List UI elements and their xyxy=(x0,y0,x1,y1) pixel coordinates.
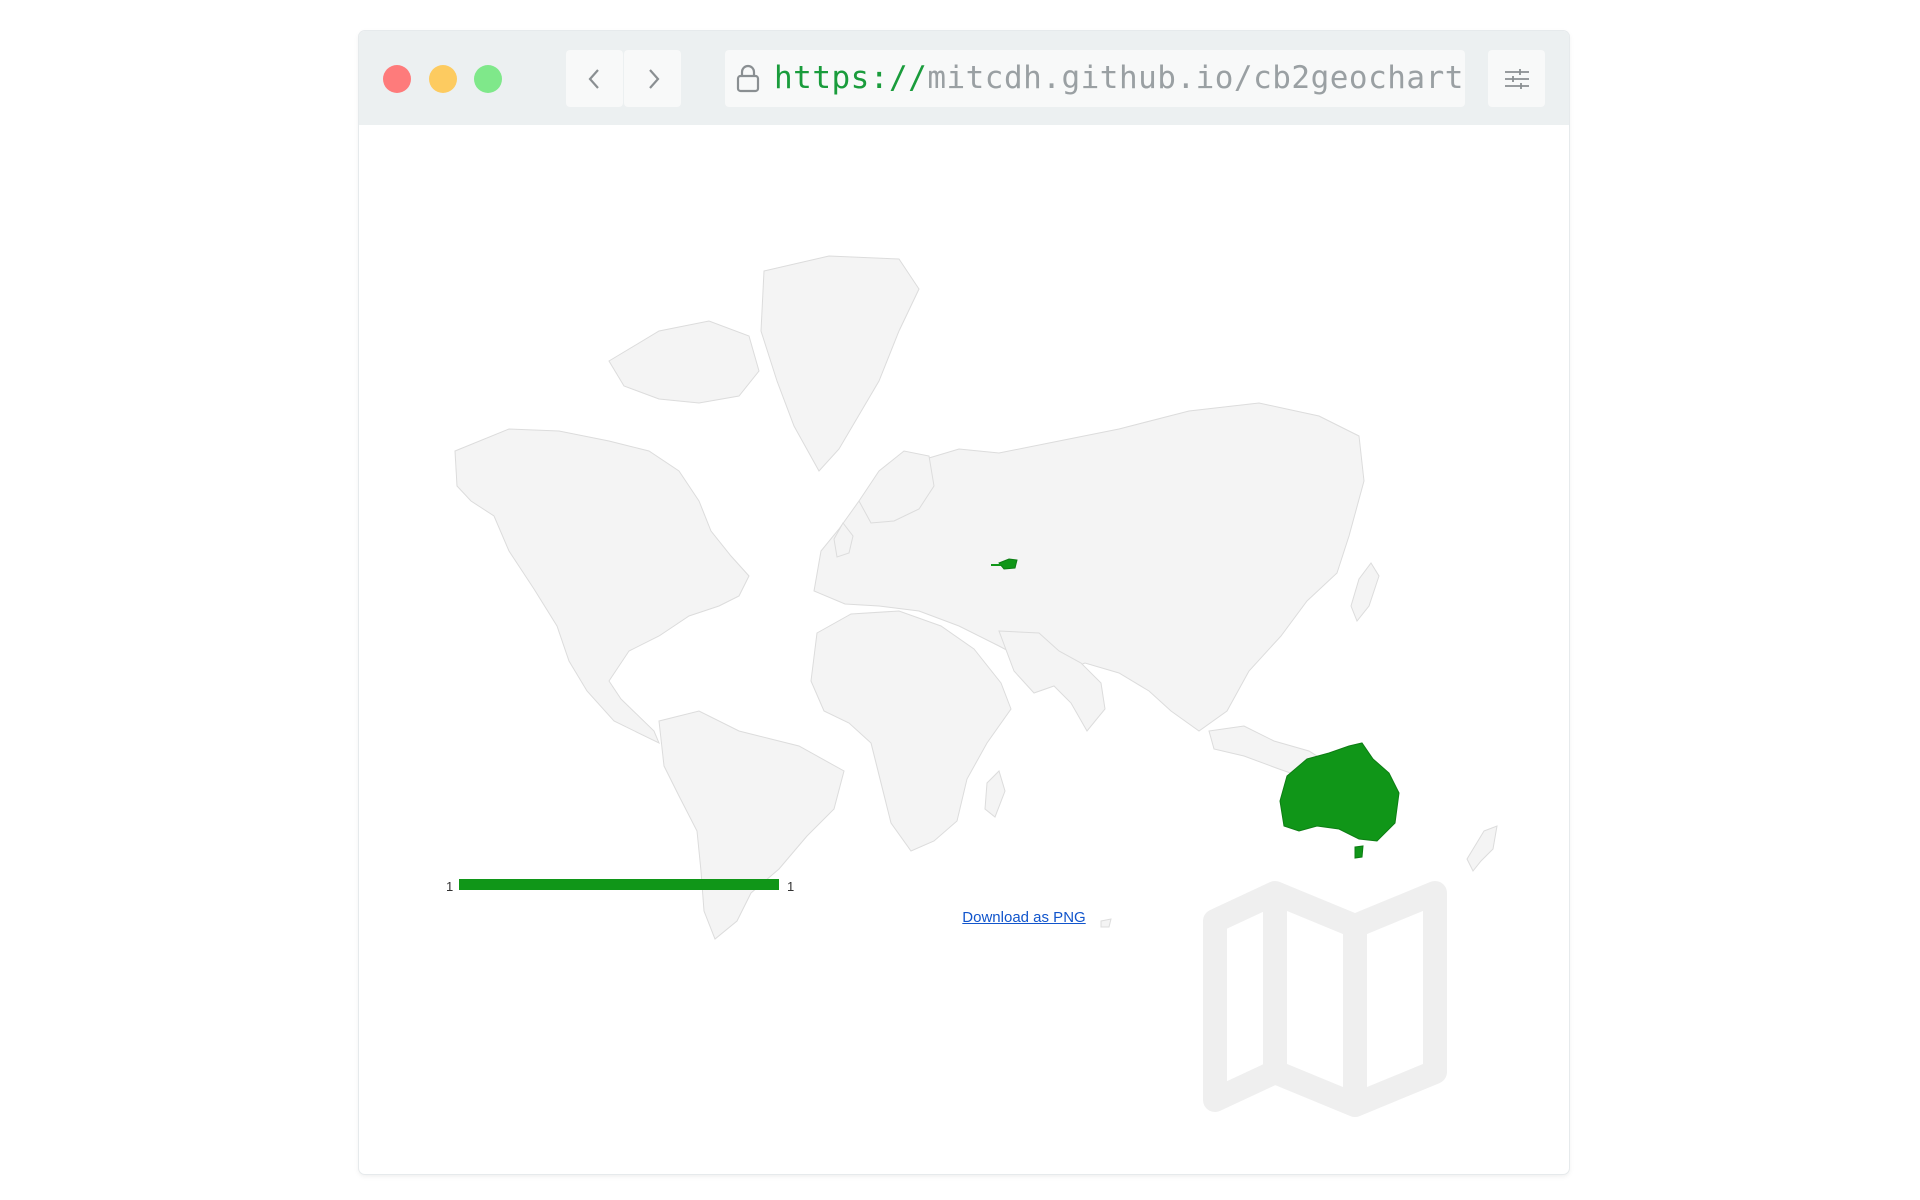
land-masses xyxy=(454,255,1498,940)
africa xyxy=(810,610,1012,852)
north-america xyxy=(454,428,750,745)
legend-max-label: 1 xyxy=(787,879,795,894)
region-tasmania[interactable] xyxy=(1354,845,1364,859)
browser-window: https://mitcdh.github.io/cb2geochart/ 1 … xyxy=(359,31,1569,1174)
new-zealand xyxy=(1466,825,1498,872)
madagascar xyxy=(984,770,1006,818)
arctic-islands xyxy=(608,320,760,404)
download-png-link[interactable]: Download as PNG xyxy=(904,909,1144,926)
japan xyxy=(1350,562,1380,622)
south-america xyxy=(658,710,845,940)
greenland xyxy=(760,255,920,472)
legend-min-label: 1 xyxy=(446,879,454,894)
world-map xyxy=(454,255,1498,1117)
folded-map-icon xyxy=(1203,881,1447,1117)
color-legend-bar xyxy=(459,879,779,890)
